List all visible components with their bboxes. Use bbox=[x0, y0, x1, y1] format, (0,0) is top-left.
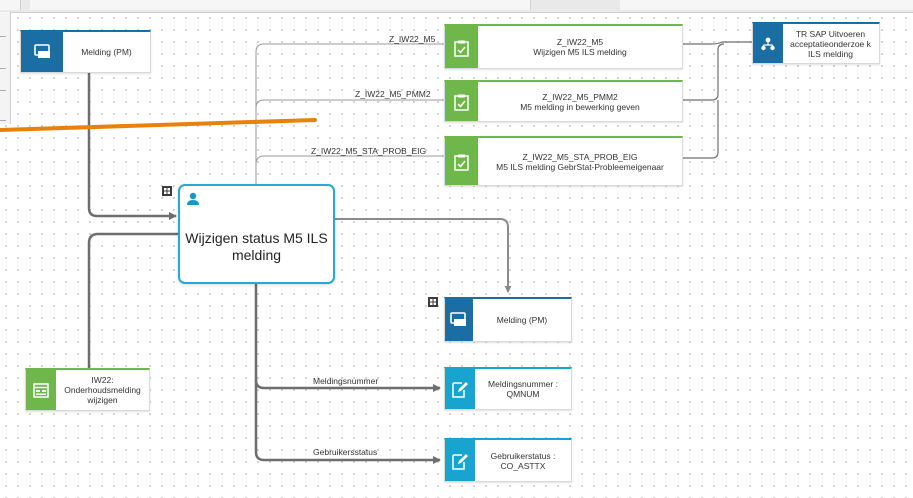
edge-label-field1: Meldingsnummer bbox=[313, 376, 379, 386]
edge-iw22-to-main bbox=[87, 232, 178, 368]
org-chart-icon bbox=[761, 37, 775, 55]
melding-top-label: Melding (PM) bbox=[81, 47, 132, 57]
transaction-3-label: Z_IW22_M5_STA_PROB_EIG M5 ILS melding Ge… bbox=[496, 151, 664, 172]
edge-label-tr3: Z_IW22_M5_STA_PROB_EIG bbox=[311, 146, 427, 156]
edge-main-to-tr3 bbox=[255, 155, 444, 165]
role-label: TR SAP Uitvoeren acceptatieonderzoe k IL… bbox=[790, 28, 871, 59]
field-node-gebruikerstatus[interactable]: Gebruikerstatus : CO_ASTTX bbox=[444, 438, 572, 482]
monitor-icon bbox=[450, 312, 468, 332]
main-process-title: Wijzigen status M5 ILS melding bbox=[185, 230, 328, 263]
edge-main-to-tr2 bbox=[255, 99, 444, 109]
transaction-2-label: Z_IW22_M5_PMM2 M5 melding in bewerking g… bbox=[520, 91, 640, 112]
edge-main-to-melding bbox=[335, 218, 512, 293]
edge-main-to-field1 bbox=[254, 284, 441, 392]
iw22-node[interactable]: IW22: Onderhoudsmelding wijzigen bbox=[25, 368, 150, 411]
edge-main-to-tr1 bbox=[255, 43, 444, 184]
clipboard-check-icon bbox=[453, 154, 470, 175]
clipboard-check-icon bbox=[453, 94, 470, 115]
edge-label-field2: Gebruikersstatus bbox=[313, 447, 378, 457]
edge-label-tr2: Z_IW22_M5_PMM2 bbox=[355, 89, 431, 99]
field-2-label: Gebruikerstatus : CO_ASTTX bbox=[490, 450, 556, 471]
edge-tr2-to-role bbox=[683, 43, 725, 101]
role-node[interactable]: TR SAP Uitvoeren acceptatieonderzoe k IL… bbox=[752, 22, 880, 64]
field-node-meldingsnummer[interactable]: Meldingsnummer : QMNUM bbox=[444, 367, 572, 410]
field-1-label: Meldingsnummer : QMNUM bbox=[488, 379, 558, 399]
edge-tr1-to-role bbox=[683, 41, 752, 45]
annotation-line bbox=[0, 118, 317, 132]
main-process-node[interactable]: Wijzigen status M5 ILS melding bbox=[178, 184, 335, 284]
melding-bottom-label: Melding (PM) bbox=[496, 315, 548, 325]
edit-form-icon bbox=[452, 453, 468, 474]
monitor-icon bbox=[34, 44, 52, 64]
transaction-1-label: Z_IW22_M5 Wijzigen M5 ILS melding bbox=[533, 37, 627, 57]
transaction-node-3[interactable]: Z_IW22_M5_STA_PROB_EIG M5 ILS melding Ge… bbox=[444, 136, 683, 186]
edge-tr3-to-role bbox=[683, 100, 719, 159]
window-icon bbox=[33, 383, 49, 402]
melding-top-node[interactable]: Melding (PM) bbox=[20, 30, 151, 73]
connector-layer bbox=[0, 41, 752, 464]
iw22-label: IW22: Onderhoudsmelding wijzigen bbox=[64, 375, 141, 405]
melding-bottom-node[interactable]: Melding (PM) bbox=[444, 297, 572, 342]
person-icon bbox=[186, 192, 200, 210]
edge-label-tr1: Z_IW22_M5 bbox=[389, 34, 436, 44]
clipboard-check-icon bbox=[453, 40, 470, 61]
edit-form-icon bbox=[452, 381, 468, 402]
structure-icon bbox=[428, 297, 438, 307]
structure-icon bbox=[162, 186, 172, 196]
transaction-node-2[interactable]: Z_IW22_M5_PMM2 M5 melding in bewerking g… bbox=[444, 80, 683, 122]
transaction-node-1[interactable]: Z_IW22_M5 Wijzigen M5 ILS melding bbox=[444, 24, 683, 69]
